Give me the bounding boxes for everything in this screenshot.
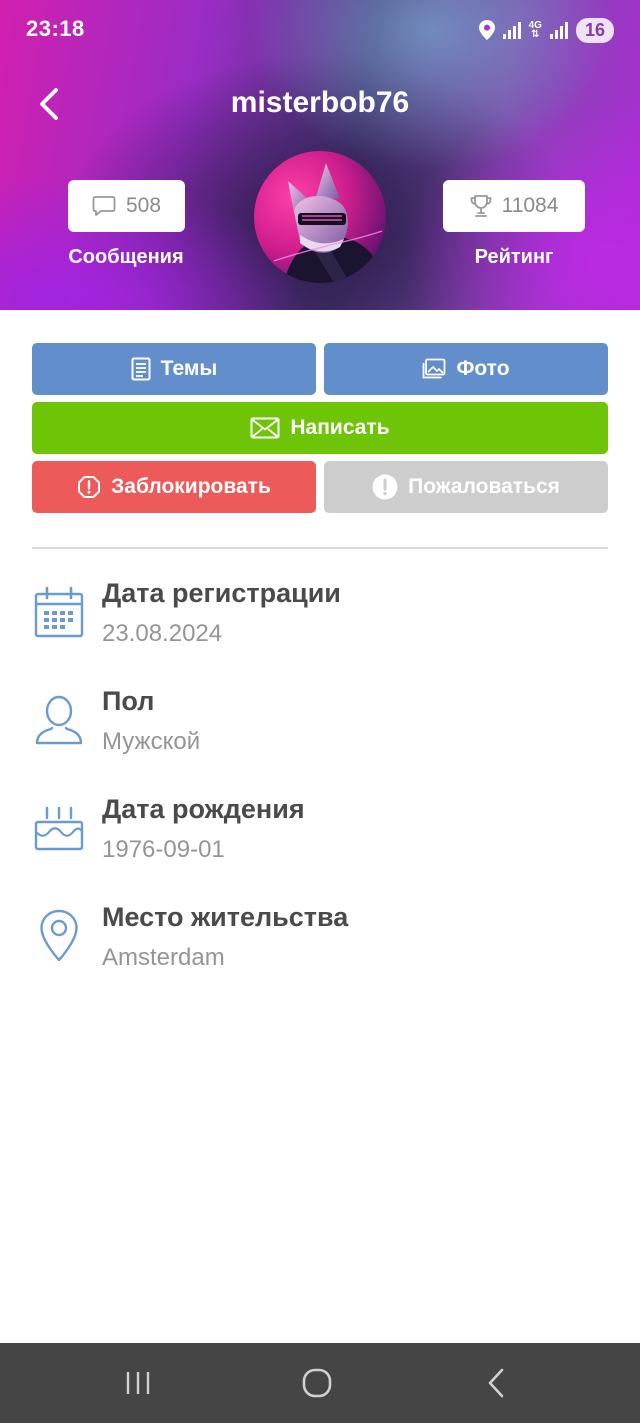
signal-icon-2 xyxy=(549,21,568,39)
location-pin-icon xyxy=(32,906,86,966)
profile-username: misterbob76 xyxy=(230,86,410,119)
messages-count: 508 xyxy=(125,194,162,217)
status-time: 23:18 xyxy=(26,16,85,41)
envelope-icon xyxy=(250,417,280,439)
topics-label: Темы xyxy=(160,357,218,380)
info-title: Дата рождения xyxy=(102,794,305,824)
location-icon xyxy=(478,20,495,40)
block-user-label: Заблокировать xyxy=(111,475,271,498)
info-row-birth-date: Дата рождения 1976-09-01 xyxy=(32,794,608,884)
home-icon xyxy=(302,1368,332,1398)
status-bar: 23:18 4G ⇅ 16 xyxy=(0,0,640,60)
rating-value: 11084 xyxy=(501,194,559,217)
trophy-icon xyxy=(470,195,491,217)
recent-apps-icon xyxy=(126,1372,150,1394)
system-navigation-bar xyxy=(0,1343,640,1423)
exclamation-circle-icon xyxy=(372,474,398,500)
image-icon xyxy=(423,358,446,379)
write-message-label: Написать xyxy=(290,416,390,439)
topics-button[interactable]: Темы xyxy=(32,343,316,395)
warning-octagon-icon xyxy=(78,476,101,498)
info-row-gender: Пол Мужской xyxy=(32,686,608,776)
person-icon xyxy=(32,690,86,750)
section-divider xyxy=(32,547,608,549)
info-value: Мужской xyxy=(102,728,201,755)
birthday-cake-icon xyxy=(32,798,86,858)
profile-header: 23:18 4G⇅ 16 misterbob76 508 Сообщения xyxy=(0,0,640,310)
info-value: 1976-09-01 xyxy=(102,836,225,863)
write-message-button[interactable]: Написать xyxy=(32,402,608,454)
recent-apps-button[interactable] xyxy=(108,1363,168,1403)
photo-button[interactable]: Фото xyxy=(324,343,608,395)
rating-label: Рейтинг xyxy=(474,246,554,268)
info-title: Дата регистрации xyxy=(102,578,341,608)
info-row-location: Место жительства Amsterdam xyxy=(32,902,608,992)
home-button[interactable] xyxy=(287,1363,347,1403)
nav-back-icon xyxy=(488,1368,504,1398)
info-value: Amsterdam xyxy=(102,944,225,971)
network-type-label: 4G ⇅ xyxy=(528,20,542,40)
document-icon xyxy=(131,357,151,381)
comment-icon xyxy=(92,196,116,216)
signal-icon xyxy=(502,21,521,39)
block-user-button[interactable]: Заблокировать xyxy=(32,461,316,513)
network-type-text: 4G xyxy=(528,20,542,31)
messages-stat-button[interactable]: 508 xyxy=(68,180,185,232)
info-row-registration-date: Дата регистрации 23.08.2024 xyxy=(32,578,608,668)
status-icons: 4G ⇅ 16 xyxy=(478,16,614,44)
battery-indicator: 16 xyxy=(575,17,614,43)
avatar[interactable] xyxy=(254,151,386,283)
photo-label: Фото xyxy=(456,357,510,380)
nav-back-button[interactable] xyxy=(466,1363,526,1403)
info-title: Место жительства xyxy=(102,902,349,932)
report-user-button[interactable]: Пожаловаться xyxy=(324,461,608,513)
calendar-icon xyxy=(32,582,86,642)
rating-stat-button[interactable]: 11084 xyxy=(443,180,585,232)
report-user-label: Пожаловаться xyxy=(408,475,560,498)
info-value: 23.08.2024 xyxy=(102,620,223,647)
info-title: Пол xyxy=(102,686,155,716)
messages-label: Сообщения xyxy=(68,246,184,268)
